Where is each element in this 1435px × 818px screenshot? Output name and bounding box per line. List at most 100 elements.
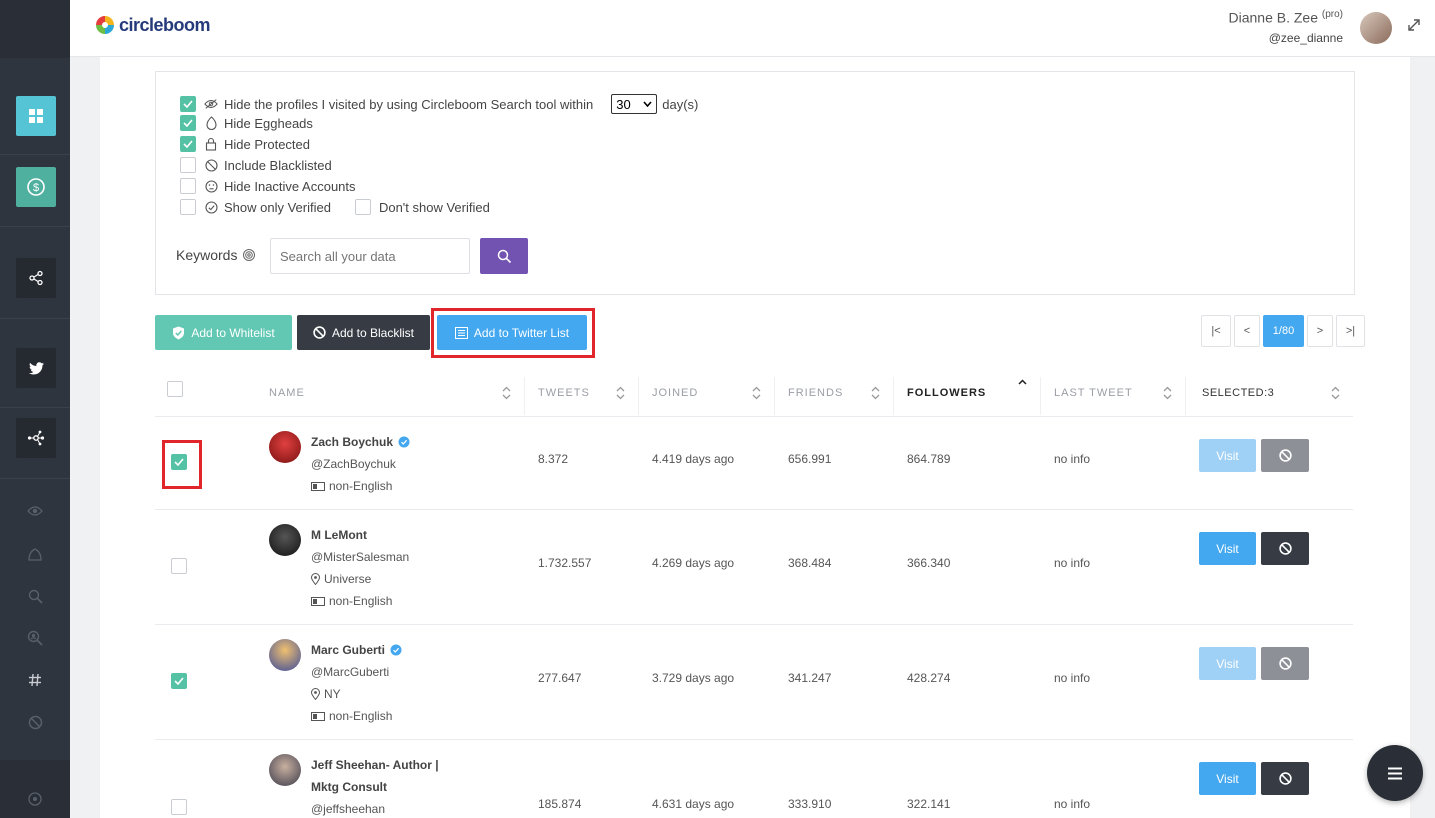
sidebar-item-twitter[interactable] [16, 348, 56, 388]
filter-verified: Show only Verified Don't show Verified [180, 199, 490, 215]
filter-no-verified-label: Don't show Verified [378, 199, 490, 215]
keywords-search-button[interactable] [480, 238, 528, 274]
keywords-search-input[interactable] [270, 238, 470, 274]
profile-name-text: M LeMont [311, 528, 367, 542]
avatar[interactable] [269, 754, 301, 786]
row-checkbox[interactable] [171, 558, 187, 574]
filter-visited-checkbox[interactable] [180, 96, 196, 112]
filter-inactive: Hide Inactive Accounts [180, 178, 356, 194]
sidebar-item-user-search[interactable] [22, 625, 48, 651]
filter-no-verified-checkbox[interactable] [354, 199, 371, 215]
block-button[interactable] [1261, 439, 1309, 472]
sidebar-item-share[interactable] [16, 258, 56, 298]
highlight-box [431, 308, 595, 358]
block-button[interactable] [1261, 647, 1309, 680]
sidebar-item-network[interactable] [16, 418, 56, 458]
tweets-count: 277.647 [538, 671, 582, 685]
row-checkbox[interactable] [171, 673, 187, 689]
profile-name-text: Mktg Consult [311, 780, 387, 794]
visit-button[interactable]: Visit [1199, 532, 1256, 565]
filter-blacklisted: Include Blacklisted [180, 157, 332, 173]
row-checkbox[interactable] [171, 799, 187, 815]
last-page-button[interactable]: >| [1336, 315, 1365, 347]
sidebar-item-visited[interactable] [22, 498, 48, 524]
joined-date: 4.419 days ago [652, 452, 735, 466]
sidebar-item-hashtag[interactable] [22, 667, 48, 693]
days-suffix: day(s) [662, 96, 699, 112]
filter-protected-checkbox[interactable] [180, 136, 196, 152]
sidebar-item-settings[interactable] [22, 786, 48, 812]
first-page-button[interactable]: |< [1201, 315, 1231, 347]
add-to-blacklist-button[interactable]: Add to Blacklist [297, 315, 430, 350]
block-button[interactable] [1261, 532, 1309, 565]
block-icon [28, 715, 42, 729]
select-all-checkbox[interactable] [167, 381, 183, 397]
sidebar-item-eggheads[interactable] [22, 541, 48, 567]
expand-icon [1408, 19, 1420, 31]
filter-visited: Hide the profiles I visited by using Cir… [180, 94, 698, 114]
sidebar-item-search[interactable] [22, 583, 48, 609]
filter-verified-checkbox[interactable] [180, 199, 196, 215]
language-text: non-English [329, 709, 393, 723]
floating-menu-button[interactable] [1367, 745, 1423, 801]
filter-eggheads-checkbox[interactable] [180, 115, 196, 131]
column-header-joined[interactable]: JOINED [652, 387, 698, 399]
sidebar-item-pricing[interactable]: $ [16, 167, 56, 207]
shield-check-icon [173, 326, 185, 339]
sort-icon[interactable] [871, 386, 880, 400]
twitter-icon [28, 361, 44, 374]
check-icon [183, 140, 193, 148]
sort-icon[interactable] [1331, 386, 1340, 400]
sidebar-item-blocked[interactable] [22, 709, 48, 735]
profile-name[interactable]: Zach Boychuk [311, 435, 410, 449]
column-header-followers[interactable]: FOLLOWERS [907, 387, 986, 399]
add-to-whitelist-button[interactable]: Add to Whitelist [155, 315, 292, 350]
row-divider [155, 739, 1353, 740]
location-text: NY [324, 687, 341, 701]
block-button[interactable] [1261, 762, 1309, 795]
profile-name[interactable]: Jeff Sheehan- Author | [311, 758, 439, 772]
current-page[interactable]: 1/80 [1263, 315, 1304, 347]
share-icon [29, 270, 43, 286]
check-icon [183, 100, 193, 108]
avatar[interactable] [269, 639, 301, 671]
logo[interactable]: circleboom [94, 14, 211, 36]
prev-page-button[interactable]: < [1234, 315, 1260, 347]
visit-button[interactable]: Visit [1199, 647, 1256, 680]
profile-name[interactable]: Marc Guberti [311, 643, 402, 657]
sidebar-item-dashboard[interactable] [16, 96, 56, 136]
language-icon [311, 481, 325, 491]
visit-button[interactable]: Visit [1199, 439, 1256, 472]
sort-icon[interactable] [1163, 386, 1172, 400]
sort-icon[interactable] [502, 386, 511, 400]
column-header-last-tweet[interactable]: LAST TWEET [1054, 387, 1133, 399]
filter-blacklisted-checkbox[interactable] [180, 157, 196, 173]
filter-inactive-checkbox[interactable] [180, 178, 196, 194]
user-handle: @zee_dianne [1268, 31, 1343, 45]
fullscreen-button[interactable] [1407, 18, 1421, 37]
sort-icon[interactable] [616, 386, 625, 400]
column-header-selected[interactable]: SELECTED:3 [1202, 387, 1274, 399]
visit-button[interactable]: Visit [1199, 762, 1256, 795]
fingerprint-icon [243, 249, 256, 261]
next-page-button[interactable]: > [1307, 315, 1333, 347]
row-divider [155, 624, 1353, 625]
sort-icon[interactable] [752, 386, 761, 400]
column-header-friends[interactable]: FRIENDS [788, 387, 843, 399]
verified-badge-icon [390, 644, 402, 656]
column-header-tweets[interactable]: TWEETS [538, 387, 590, 399]
filter-eggheads: Hide Eggheads [180, 115, 313, 131]
zoom-user-icon [27, 630, 43, 646]
avatar[interactable] [269, 524, 301, 556]
column-header-name[interactable]: NAME [269, 387, 305, 399]
keywords-label: Keywords [176, 247, 256, 263]
profile-name[interactable]: M LeMont [311, 528, 367, 542]
avatar[interactable] [269, 431, 301, 463]
avatar[interactable] [1360, 12, 1392, 44]
user-name: Dianne B. Zee (pro) [1228, 9, 1343, 26]
filter-panel: Hide the profiles I visited by using Cir… [155, 71, 1355, 295]
joined-date: 3.729 days ago [652, 671, 735, 685]
days-select[interactable]: 30 [611, 94, 658, 114]
sort-asc-icon[interactable] [1018, 379, 1027, 393]
profile-name-continued[interactable]: Mktg Consult [311, 780, 387, 794]
